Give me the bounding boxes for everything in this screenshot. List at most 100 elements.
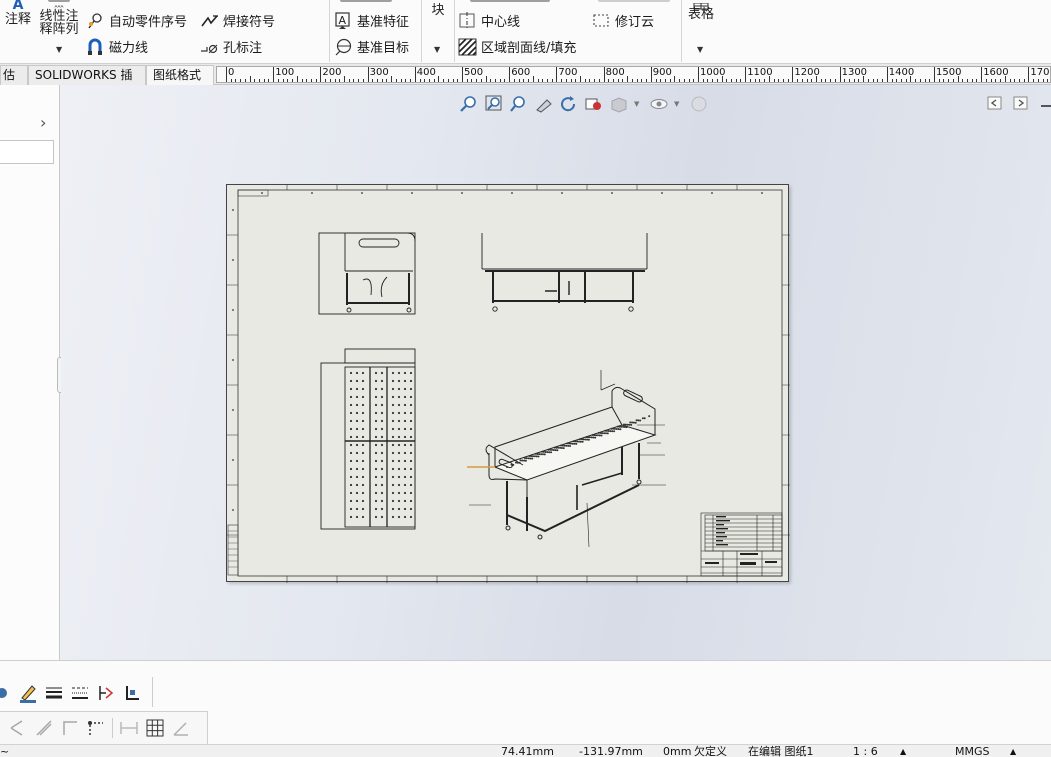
- hide-show-edges-icon[interactable]: [96, 683, 116, 703]
- sheet-scale-selector[interactable]: 1 : 6: [853, 745, 878, 757]
- appearance-icon[interactable]: [689, 95, 709, 113]
- ribbon-separator: [454, 0, 455, 62]
- ruler-tick: [688, 79, 690, 82]
- minimize-icon[interactable]: [1041, 105, 1051, 107]
- ruler-tick: [339, 79, 341, 82]
- ruler-tick: [631, 79, 633, 82]
- ruler-tick: [381, 79, 383, 82]
- dimension-icon[interactable]: [119, 718, 139, 738]
- color-display-mode-icon[interactable]: [122, 683, 142, 703]
- datum-feature-icon: A: [334, 11, 352, 30]
- revision-cloud-icon: [592, 12, 610, 30]
- section-view-icon[interactable]: [534, 95, 554, 113]
- ruler-tick: [981, 67, 983, 82]
- chevron-down-icon[interactable]: ▼: [634, 95, 644, 113]
- angle-icon[interactable]: [171, 718, 191, 738]
- ruler-tick: [660, 79, 662, 82]
- ruler-tick: [537, 79, 539, 82]
- ruler-tick: [235, 79, 237, 82]
- area-hatch-button[interactable]: 区域剖面线/填充: [458, 37, 576, 56]
- ruler-tick: [310, 79, 312, 82]
- centerline-button[interactable]: 中心线: [458, 11, 520, 30]
- drawing-sheet[interactable]: [226, 184, 790, 583]
- tables-button[interactable]: 表格: [686, 0, 716, 21]
- chevron-down-icon[interactable]: ▼: [56, 45, 62, 54]
- auto-balloon-button[interactable]: 自动零件序号: [86, 11, 187, 30]
- sketch-corner-icon[interactable]: [60, 718, 80, 738]
- ruler-tick: [561, 79, 563, 82]
- zoom-to-fit-icon[interactable]: [459, 95, 479, 113]
- hole-callout-button[interactable]: 孔标注: [200, 37, 262, 56]
- sketch-line-icon[interactable]: [8, 718, 28, 738]
- datum-feature-button[interactable]: A 基准特征: [334, 11, 409, 30]
- title-block: [700, 512, 783, 577]
- ruler-tick: [485, 76, 487, 82]
- command-manager-ribbon: A 注释 ᴬᴬᴬ 线性注 释阵列 ▼ 自动零件序号 磁力线 焊接符号 孔标注 A…: [0, 0, 1051, 64]
- ruler-tick: [362, 79, 364, 82]
- chevron-down-icon[interactable]: ▼: [434, 45, 440, 54]
- layer-properties-icon[interactable]: [0, 683, 12, 703]
- ruler-tick: [405, 79, 407, 82]
- magnet-icon: [86, 38, 104, 56]
- display-style-icon[interactable]: [609, 95, 629, 113]
- area-hatch-icon: [458, 37, 477, 56]
- ruler-tick: [716, 79, 718, 82]
- rotate-view-icon[interactable]: [559, 95, 579, 113]
- blocks-button[interactable]: 块: [426, 4, 450, 17]
- line-color-icon[interactable]: [18, 683, 38, 703]
- ruler-tick: [589, 79, 591, 82]
- tab-sheet-format[interactable]: 图纸格式: [146, 65, 214, 85]
- ruler-tick: [787, 79, 789, 82]
- ruler-tick: [556, 67, 558, 82]
- status-z-coordinate: 0mm: [663, 745, 692, 757]
- clipped-icon-row: [470, 0, 550, 2]
- ruler-tick: [1028, 67, 1030, 82]
- ruler-tick: [641, 79, 643, 82]
- ruler-tick: [773, 79, 775, 82]
- tab-solidworks-addins[interactable]: SOLIDWORKS 插件: [28, 65, 146, 101]
- chevron-down-icon[interactable]: ▼: [674, 95, 684, 113]
- magnetic-line-button[interactable]: 磁力线: [86, 37, 148, 56]
- annotation-button[interactable]: A 注释: [0, 0, 36, 26]
- datum-target-button[interactable]: 基准目标: [334, 37, 409, 56]
- tables-label: 表格: [687, 7, 714, 22]
- chevron-right-icon[interactable]: ›: [40, 113, 46, 132]
- line-style-icon[interactable]: [70, 683, 90, 703]
- sheet-drawing-svg: [227, 185, 790, 583]
- sketch-centerline-icon[interactable]: [34, 718, 54, 738]
- linear-note-pattern-button[interactable]: ᴬᴬᴬ 线性注 释阵列: [38, 5, 80, 37]
- ruler-tick: [844, 79, 846, 82]
- ruler-tick: [707, 79, 709, 82]
- ruler-label: 500: [464, 67, 484, 78]
- revision-cloud-button[interactable]: 修订云: [592, 11, 654, 30]
- weld-symbol-button[interactable]: 焊接符号: [200, 11, 275, 30]
- ruler-tick: [414, 67, 416, 82]
- previous-view-icon[interactable]: [509, 95, 529, 113]
- view-orientation-icon[interactable]: [584, 95, 604, 113]
- ruler-tick: [636, 79, 638, 82]
- chevron-up-icon[interactable]: ▲: [900, 745, 906, 757]
- ruler-tick: [490, 79, 492, 82]
- ruler-tick: [268, 79, 270, 82]
- filter-input[interactable]: [0, 140, 54, 164]
- chevron-up-icon[interactable]: ▲: [1010, 745, 1016, 757]
- ruler-tick: [438, 76, 440, 82]
- ruler-tick: [513, 79, 515, 82]
- unit-system-selector[interactable]: MMGS: [955, 745, 990, 757]
- hide-show-items-icon[interactable]: [649, 95, 669, 113]
- grid-icon[interactable]: [145, 718, 165, 738]
- next-sheet-icon[interactable]: [1013, 95, 1029, 111]
- sketch-point-icon[interactable]: [86, 718, 106, 738]
- ruler-tick: [764, 79, 766, 82]
- zoom-to-area-icon[interactable]: [484, 95, 504, 113]
- ruler-tick: [693, 79, 695, 82]
- tab-estimate[interactable]: 估: [0, 65, 28, 85]
- ruler-tick: [386, 79, 388, 82]
- ruler-tick: [995, 79, 997, 82]
- previous-sheet-icon[interactable]: [987, 95, 1003, 111]
- chevron-down-icon[interactable]: ▼: [697, 45, 703, 54]
- ruler-tick: [834, 79, 836, 82]
- graphics-area[interactable]: ▼ ▼: [61, 85, 1051, 660]
- ruler-tick: [900, 79, 902, 82]
- line-thickness-icon[interactable]: [44, 683, 64, 703]
